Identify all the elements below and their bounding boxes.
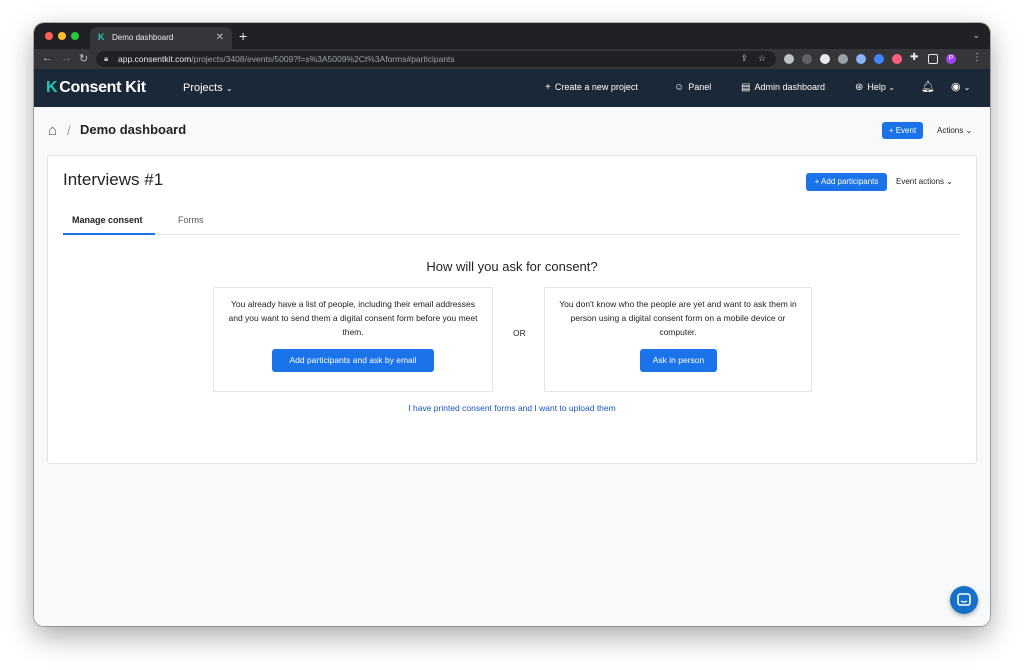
close-window-dot[interactable] (45, 32, 53, 40)
admin-dashboard-link[interactable]: ▤ Admin dashboard (741, 82, 825, 93)
create-project-label: Create a new project (554, 82, 638, 92)
event-actions-dropdown[interactable]: Event actions ⌄ (896, 177, 953, 186)
extension-7-icon[interactable] (892, 54, 902, 64)
tab-forms[interactable]: Forms (178, 215, 204, 225)
or-separator: OR (513, 328, 526, 338)
extension-3-icon[interactable] (820, 54, 830, 64)
extension-6-icon[interactable] (874, 54, 884, 64)
in-person-option-box: You don't know who the people are yet an… (544, 287, 812, 392)
url-text: app.consentkit.com/projects/3408/events/… (118, 54, 455, 64)
url-path: /projects/3408/events/5009?f=s%3A5009%2C… (191, 54, 455, 64)
lifebuoy-icon: ⊛ (855, 82, 864, 93)
extension-1-icon[interactable] (784, 54, 794, 64)
logo-text: Consent Kit (59, 79, 146, 96)
home-icon[interactable]: ⌂ (48, 122, 57, 139)
add-participants-email-button[interactable]: Add participants and ask by email (272, 349, 434, 372)
chat-bubble-icon (957, 593, 971, 606)
back-arrow-icon[interactable]: ← (42, 52, 53, 64)
forward-arrow-icon[interactable]: → (61, 52, 72, 64)
extension-2-icon[interactable] (802, 54, 812, 64)
user-menu[interactable]: ◉ ⌄ (951, 80, 970, 93)
bell-icon[interactable]: 🔔︎ (921, 80, 935, 93)
browser-menu-icon[interactable]: ⋮ (972, 52, 982, 63)
chart-icon: ▤ (741, 82, 751, 93)
event-card: Interviews #1 + Add participants Event a… (47, 155, 977, 464)
tab-title: Demo dashboard (112, 33, 174, 42)
plus-icon: + (545, 82, 551, 93)
address-bar[interactable]: 🔒︎ app.consentkit.com/projects/3408/even… (96, 51, 776, 67)
add-participants-button[interactable]: + Add participants (806, 173, 887, 191)
help-label: Help (867, 82, 886, 92)
projects-dropdown[interactable]: Projects ⌄ (183, 82, 233, 94)
chevron-down-icon: ⌄ (225, 84, 233, 93)
panel-label: Panel (688, 82, 712, 92)
chevron-down-icon: ⌄ (946, 177, 953, 186)
profile-avatar[interactable]: P (946, 54, 956, 64)
chevron-down-icon: ⌄ (888, 83, 896, 92)
browser-tab[interactable]: K Demo dashboard ✕ (90, 27, 232, 49)
help-dropdown[interactable]: ⊛ Help ⌄ (855, 82, 895, 93)
page-title: Demo dashboard (80, 122, 187, 137)
chevron-down-icon: ⌄ (963, 83, 971, 92)
breadcrumb-separator: / (67, 123, 71, 138)
create-project-link[interactable]: + Create a new project (545, 82, 638, 93)
browser-tab-strip: K Demo dashboard ✕ + ⌄ (34, 23, 990, 49)
page-content: ⌂ / Demo dashboard + Event Actions ⌄ Int… (34, 107, 990, 626)
consent-question: How will you ask for consent? (426, 259, 598, 274)
tab-search-chevron-icon[interactable]: ⌄ (972, 30, 980, 41)
chat-widget-button[interactable] (950, 586, 978, 614)
lock-icon: 🔒︎ (104, 54, 109, 63)
extensions-puzzle-icon[interactable]: ✚ (910, 53, 920, 63)
bookmark-star-icon[interactable]: ☆ (758, 53, 766, 64)
email-option-box: You already have a list of people, inclu… (213, 287, 493, 392)
side-panel-icon[interactable] (928, 54, 938, 64)
app-header: K Consent Kit Projects ⌄ + Create a new pr… (34, 69, 990, 107)
consentkit-logo[interactable]: K Consent Kit (46, 79, 146, 97)
add-event-button[interactable]: + Event (882, 122, 923, 139)
tab-manage-consent[interactable]: Manage consent (72, 215, 143, 225)
tab-close-icon[interactable]: ✕ (216, 32, 224, 43)
minimize-window-dot[interactable] (58, 32, 66, 40)
url-host: app.consentkit.com (118, 54, 192, 64)
people-icon: ☺ (674, 82, 685, 93)
browser-window: K Demo dashboard ✕ + ⌄ ← → ↻ 🔒︎ app.cons… (34, 23, 990, 626)
active-tab-indicator (63, 233, 155, 235)
user-circle-icon: ◉ (951, 81, 961, 93)
zoom-window-dot[interactable] (71, 32, 79, 40)
upload-printed-forms-link: I have printed consent forms and I want … (48, 403, 976, 413)
wordpress-icon[interactable] (838, 54, 848, 64)
consentkit-favicon-icon: K (98, 32, 105, 42)
event-actions-label: Event actions (896, 177, 945, 186)
actions-label: Actions (937, 126, 964, 135)
admin-dashboard-label: Admin dashboard (754, 82, 825, 92)
chevron-down-icon: ⌄ (965, 126, 973, 135)
event-title: Interviews #1 (63, 170, 164, 189)
email-option-text: You already have a list of people, inclu… (228, 299, 478, 337)
new-tab-button[interactable]: + (239, 28, 247, 44)
reload-icon[interactable]: ↻ (79, 52, 88, 65)
in-person-option-text: You don't know who the people are yet an… (559, 299, 797, 337)
panel-link[interactable]: ☺ Panel (674, 82, 711, 93)
projects-label: Projects (183, 82, 223, 94)
tabs-divider (63, 234, 960, 235)
ask-in-person-button[interactable]: Ask in person (640, 349, 717, 372)
actions-dropdown[interactable]: Actions ⌄ (937, 126, 972, 135)
extension-5-icon[interactable] (856, 54, 866, 64)
upload-link-text[interactable]: I have printed consent forms and I want … (408, 403, 615, 413)
share-icon[interactable]: ⇪ (740, 53, 748, 64)
browser-toolbar: ← → ↻ 🔒︎ app.consentkit.com/projects/340… (34, 49, 990, 69)
logo-mark: K (46, 79, 58, 96)
